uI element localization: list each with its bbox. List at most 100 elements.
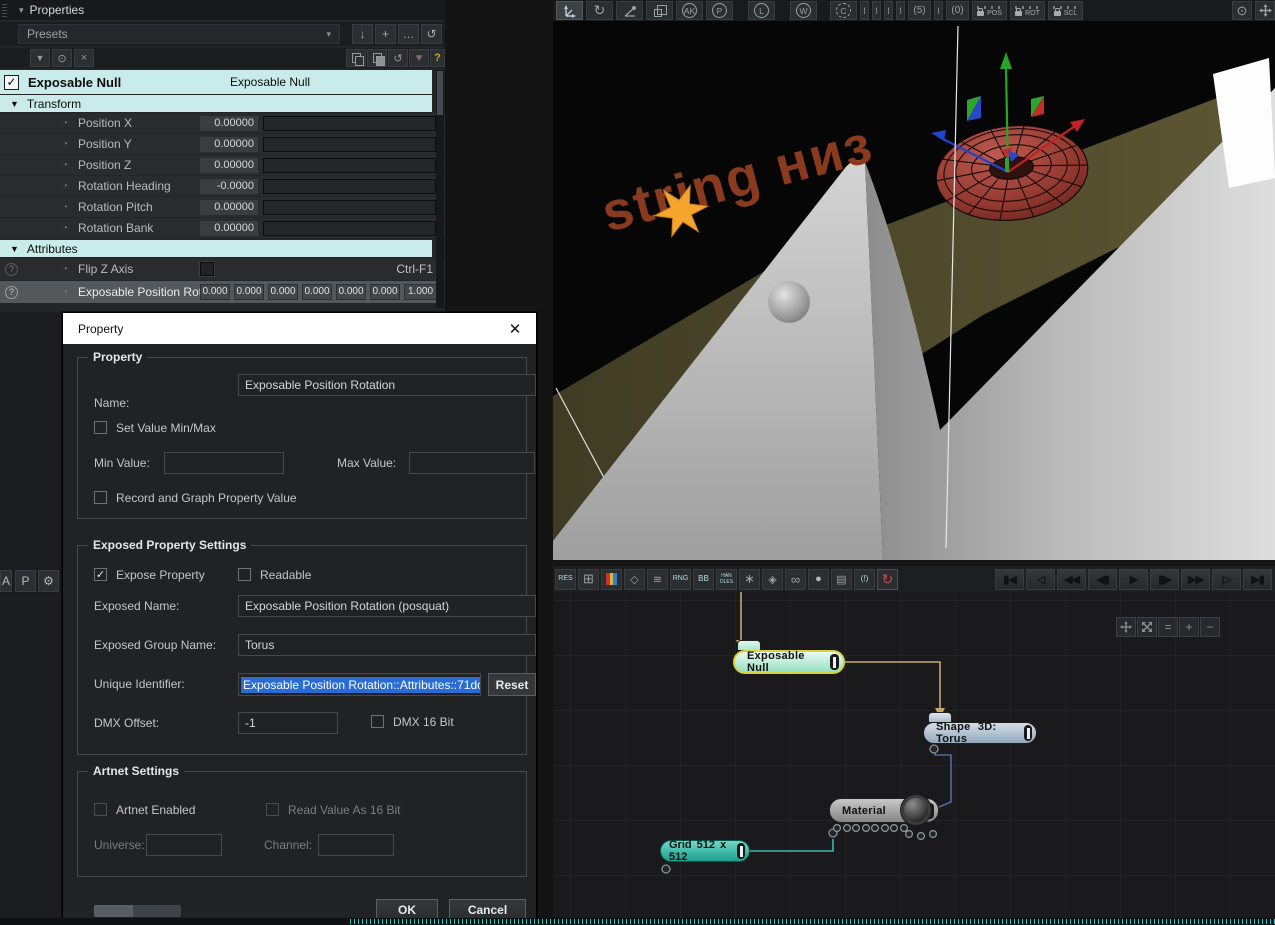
go-to-start-button[interactable]: ▮◀ — [995, 569, 1024, 590]
null-node-input-tab[interactable] — [737, 640, 761, 650]
lock-rotation-button[interactable]: ROT — [1010, 1, 1045, 20]
grid-bottom-connector[interactable] — [662, 865, 670, 873]
grid-view-button[interactable]: ⊞ — [578, 569, 599, 590]
animation-clock-icon[interactable]: ◔ — [62, 223, 68, 234]
move-tool-button[interactable] — [556, 1, 583, 20]
property-slider[interactable] — [263, 200, 436, 215]
range-button[interactable]: RNG — [670, 569, 691, 590]
exposed-name-input[interactable] — [238, 595, 536, 617]
rewind-button[interactable]: ◀◀ — [1057, 569, 1086, 590]
bounding-box-button[interactable]: BB — [693, 569, 714, 590]
tick-button[interactable]: I — [884, 1, 893, 20]
value-field[interactable]: 0.000 — [336, 284, 366, 300]
node-grid-512[interactable]: Grid 512 x 512 — [660, 840, 750, 862]
node-exposable-null[interactable]: Exposable Null — [733, 650, 845, 674]
properties-panel-header[interactable]: ▾ Properties — [0, 0, 445, 20]
color-channels-button[interactable] — [601, 569, 622, 590]
panel-button[interactable]: ▤ — [831, 569, 852, 590]
reset-button[interactable]: Reset — [488, 673, 536, 696]
handles-button[interactable]: HAN DLES — [716, 569, 737, 590]
fast-forward-button[interactable]: ▶▶ — [1181, 569, 1210, 590]
snap-button[interactable]: ∗ — [739, 569, 760, 590]
camera-mode-button[interactable]: C — [830, 1, 857, 20]
count-0-button[interactable]: (0) — [946, 1, 969, 20]
node-shape-3d-torus[interactable]: Shape 3D: Torus — [923, 722, 1037, 744]
preview-sphere-button[interactable]: ● — [808, 569, 829, 590]
panel-grip-icon[interactable] — [2, 3, 7, 17]
copy-icon[interactable] — [346, 49, 366, 67]
dialog-title-bar[interactable]: Property ✕ — [63, 313, 536, 344]
bottom-timeline-strip[interactable] — [0, 918, 1275, 925]
animation-clock-icon[interactable]: ◔ — [62, 160, 68, 171]
object-header-row[interactable]: ✓ Exposable Null Exposable Null — [0, 70, 432, 94]
world-key-button[interactable]: W — [790, 1, 817, 20]
universe-input[interactable] — [146, 834, 222, 856]
property-slider[interactable] — [263, 116, 436, 131]
animation-clock-icon[interactable]: ◔ — [62, 202, 68, 213]
property-value-field[interactable]: 0.00000 — [200, 158, 258, 173]
local-key-button[interactable]: L — [748, 1, 775, 20]
value-field[interactable]: 0.000 — [302, 284, 332, 300]
preset-reload-button[interactable]: ↺ — [421, 24, 442, 44]
gizmo-center-green[interactable] — [1005, 158, 1009, 172]
pivot-tool-button[interactable] — [616, 1, 643, 20]
property-slider[interactable] — [263, 158, 436, 173]
value-field[interactable]: 0.000 — [370, 284, 400, 300]
record-graph-checkbox[interactable] — [94, 491, 107, 504]
p-button[interactable]: P — [15, 570, 36, 592]
bounding-rect-tool-button[interactable] — [646, 1, 673, 20]
record-filter-icon[interactable]: ⊙ — [52, 49, 72, 67]
property-row-exposable-position-rot[interactable]: ? ◔ Exposable Position Rot 0.000 0.000 0… — [0, 281, 437, 303]
collapse-triangle-icon[interactable]: ▾ — [19, 5, 24, 16]
count-5-button[interactable]: (5) — [908, 1, 931, 20]
tick-button[interactable]: I — [860, 1, 869, 20]
play-loop-button[interactable]: ▷ — [1212, 569, 1241, 590]
scrollbar-thumb[interactable] — [437, 71, 443, 115]
shape-bottom-connector[interactable] — [930, 745, 938, 753]
animation-clock-icon[interactable]: ◔ — [62, 264, 68, 275]
favorite-heart-icon[interactable]: ♥ — [409, 49, 429, 67]
undo-icon[interactable]: ↺ — [388, 49, 408, 67]
attributes-section-header[interactable]: ▼ Attributes — [0, 240, 432, 257]
property-value-field[interactable]: -0.0000 — [200, 179, 258, 194]
tick-button[interactable]: I — [872, 1, 881, 20]
clear-filter-icon[interactable]: × — [74, 49, 94, 67]
a-button[interactable]: A — [0, 570, 12, 592]
channel-input[interactable] — [318, 834, 394, 856]
node-output-connector[interactable] — [830, 654, 839, 670]
property-slider[interactable] — [263, 137, 436, 152]
zoom-in-button[interactable]: + — [1179, 617, 1199, 637]
position-key-button[interactable]: P — [706, 1, 733, 20]
help-badge-icon[interactable]: ? — [5, 286, 18, 299]
dialog-bottom-slider[interactable] — [94, 905, 181, 917]
read-16bit-checkbox[interactable] — [266, 803, 279, 816]
value-field[interactable]: 0.000 — [200, 284, 230, 300]
max-value-input[interactable] — [409, 452, 535, 474]
value-field[interactable]: 0.000 — [268, 284, 298, 300]
warnings-button[interactable]: (!) — [854, 569, 875, 590]
tick-button[interactable]: I — [934, 1, 943, 20]
object-enabled-checkbox[interactable]: ✓ — [4, 75, 19, 90]
layers-button[interactable]: ≋ — [647, 569, 668, 590]
min-value-input[interactable] — [164, 452, 284, 474]
play-backward-once-button[interactable]: ◁ — [1026, 569, 1055, 590]
transform-section-header[interactable]: ▼ Transform — [0, 95, 432, 112]
paste-icon[interactable] — [367, 49, 387, 67]
wireframe-button[interactable]: ◇ — [624, 569, 645, 590]
step-back-button[interactable]: ◀▮ — [1088, 569, 1117, 590]
pan-canvas-button[interactable] — [1116, 617, 1136, 637]
filter-funnel-icon[interactable]: ▼ — [30, 49, 50, 67]
unique-identifier-input[interactable]: Exposable Position Rotation::Attributes:… — [238, 673, 481, 696]
auto-refresh-button[interactable]: ↻ — [877, 569, 898, 590]
animation-clock-icon[interactable]: ◔ — [62, 139, 68, 150]
rotate-tool-button[interactable]: ↻ — [586, 1, 613, 20]
readable-checkbox[interactable] — [238, 568, 251, 581]
property-value-field[interactable]: 0.00000 — [200, 137, 258, 152]
step-forward-button[interactable]: ▮▶ — [1150, 569, 1179, 590]
preset-apply-button[interactable]: ↓ — [352, 24, 373, 44]
resolution-button[interactable]: RES — [555, 569, 576, 590]
flip-z-axis-checkbox[interactable] — [200, 262, 214, 276]
exposed-group-name-input[interactable] — [238, 634, 536, 656]
help-badge-icon[interactable]: ? — [5, 263, 18, 276]
name-input[interactable] — [238, 374, 536, 396]
